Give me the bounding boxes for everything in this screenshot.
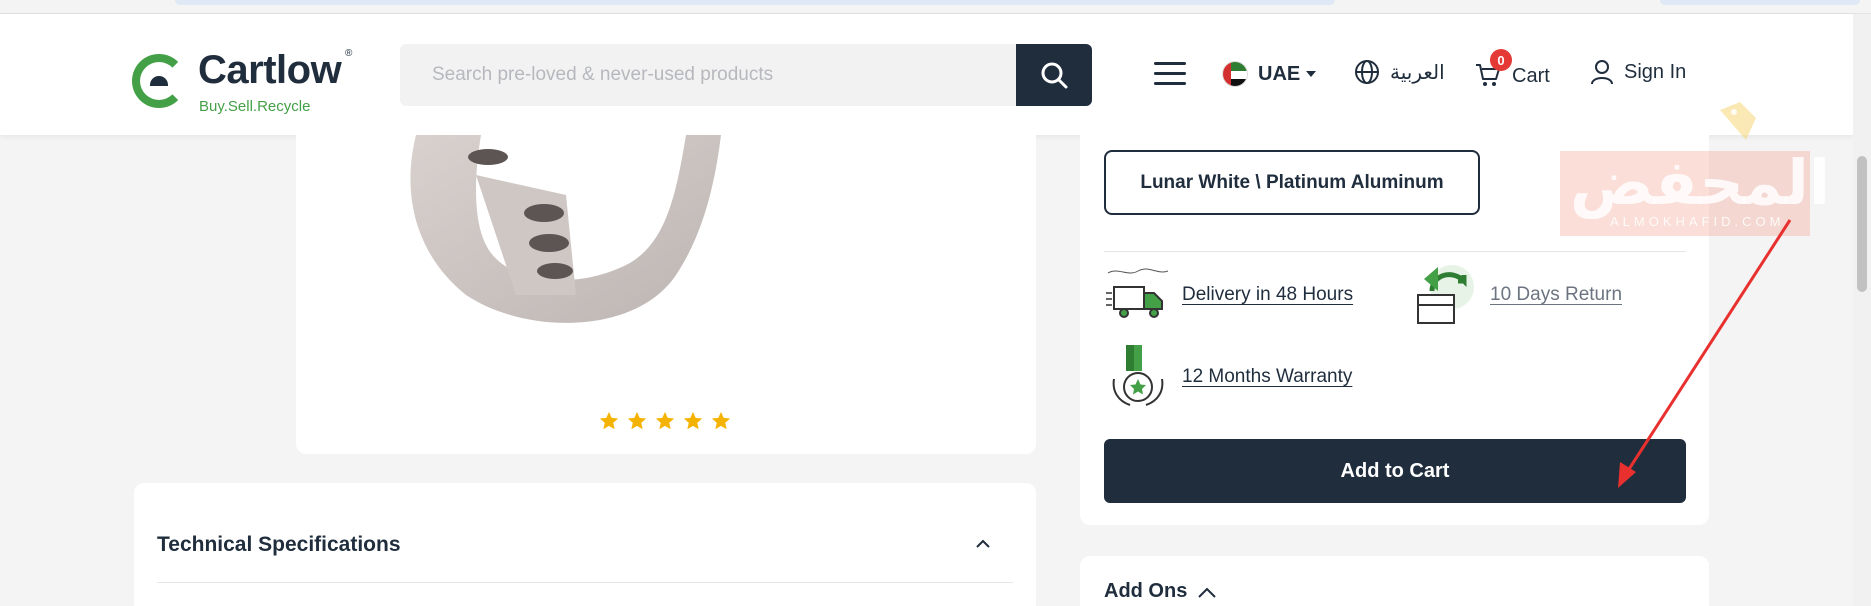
- country-label: UAE: [1258, 62, 1301, 85]
- country-selector[interactable]: UAE: [1222, 59, 1317, 89]
- search-icon: [1041, 62, 1068, 89]
- divider: [1104, 251, 1686, 252]
- logo-tagline: Buy.Sell.Recycle: [199, 98, 311, 115]
- language-switch[interactable]: العربية: [1354, 59, 1445, 85]
- feature-return-label: 10 Days Return: [1490, 284, 1623, 305]
- specs-title[interactable]: Technical Specifications: [157, 533, 401, 557]
- star-icon: [711, 411, 731, 430]
- return-box-icon: [1417, 265, 1474, 324]
- watermark: المحفض ALMOKHAFID.COM: [1560, 100, 1828, 236]
- feature-warranty-label: 12 Months Warranty: [1182, 366, 1353, 387]
- cart-label: Cart: [1512, 64, 1550, 87]
- star-icon: [655, 411, 675, 430]
- browser-tab-pill: [1660, 0, 1860, 5]
- menu-hamburger-icon[interactable]: [1154, 62, 1186, 86]
- delivery-truck-icon: [1106, 268, 1169, 318]
- logo-mark-icon: [132, 54, 186, 108]
- uae-flag-icon: [1222, 61, 1248, 87]
- cart-count-badge: 0: [1490, 49, 1512, 71]
- search-input[interactable]: [400, 44, 1016, 106]
- star-icon: [599, 411, 619, 430]
- logo-registered-mark: ®: [345, 48, 353, 59]
- sign-in-link[interactable]: Sign In: [1590, 59, 1686, 85]
- price-tag-icon: [1720, 102, 1756, 140]
- add-ons-toggle[interactable]: Add Ons: [1104, 580, 1217, 603]
- search-button[interactable]: [1016, 44, 1092, 106]
- cart-link[interactable]: 0 Cart: [1474, 49, 1550, 91]
- divider: [157, 582, 1013, 583]
- globe-icon: [1355, 60, 1379, 84]
- warranty-medal-icon: [1112, 345, 1164, 406]
- page-scrollbar[interactable]: [1853, 14, 1871, 606]
- browser-tab-pill: [175, 0, 1335, 5]
- watermark-text: المحفض: [1570, 146, 1830, 219]
- product-image[interactable]: [396, 135, 816, 325]
- cartlow-logo[interactable]: Cartlow ® Buy.Sell.Recycle: [132, 46, 362, 116]
- add-to-cart-button[interactable]: Add to Cart: [1104, 439, 1686, 503]
- feature-return[interactable]: 10 Days Return: [1412, 261, 1622, 329]
- scrollbar-thumb[interactable]: [1857, 156, 1867, 292]
- feature-warranty[interactable]: 12 Months Warranty: [1104, 343, 1352, 411]
- variant-option-label: Lunar White \ Platinum Aluminum: [1140, 171, 1444, 193]
- feature-delivery[interactable]: Delivery in 48 Hours: [1104, 261, 1353, 329]
- search-bar: [400, 44, 1092, 106]
- sign-in-label: Sign In: [1624, 60, 1687, 83]
- chevron-up-icon[interactable]: [974, 535, 992, 553]
- technical-specifications-card: Technical Specifications: [134, 483, 1036, 606]
- add-ons-card: Add Ons: [1080, 556, 1709, 606]
- rating-stars: [598, 410, 732, 432]
- add-ons-title: Add Ons: [1104, 580, 1188, 602]
- product-image-card: [296, 135, 1036, 454]
- chevron-up-icon: [1198, 587, 1217, 598]
- browser-top-strip: [0, 0, 1871, 14]
- watermark-subtext: ALMOKHAFID.COM: [1610, 214, 1785, 229]
- language-label: العربية: [1390, 60, 1445, 84]
- user-icon: [1591, 60, 1613, 85]
- variant-option-button[interactable]: Lunar White \ Platinum Aluminum: [1104, 150, 1480, 215]
- star-icon: [683, 411, 703, 430]
- logo-name: Cartlow: [198, 48, 342, 92]
- feature-delivery-label: Delivery in 48 Hours: [1182, 284, 1354, 305]
- caret-down-icon: [1306, 71, 1317, 77]
- star-icon: [627, 411, 647, 430]
